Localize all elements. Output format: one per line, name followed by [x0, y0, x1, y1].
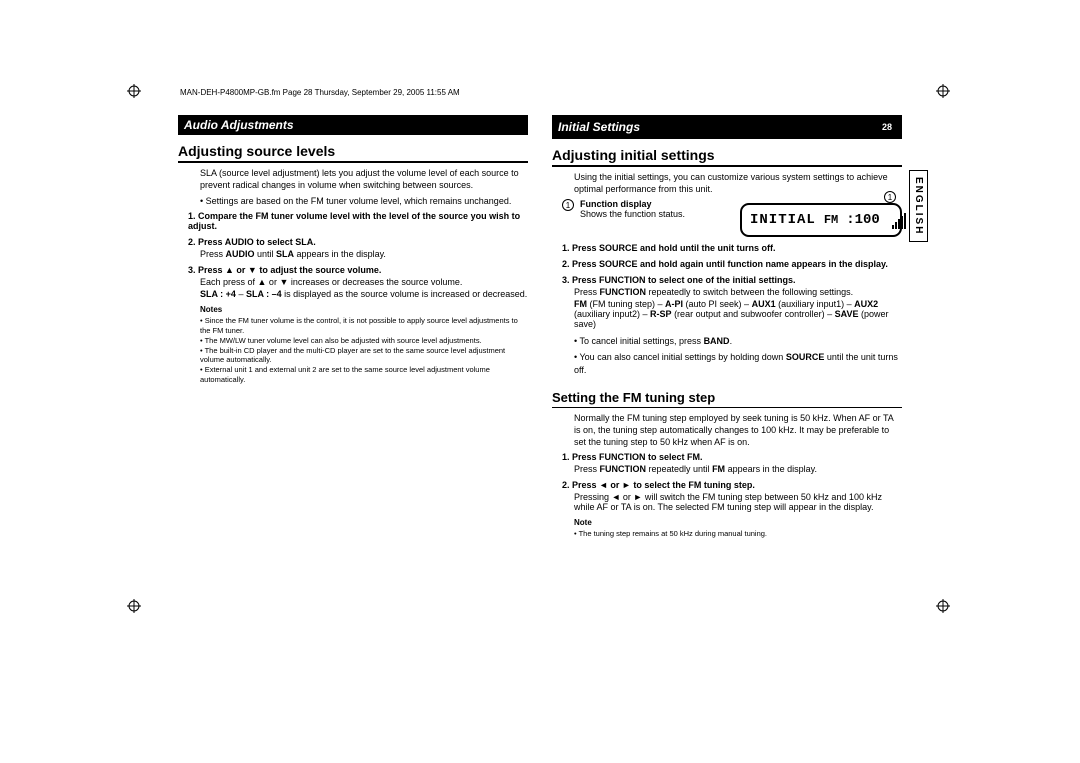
notes-title: Notes: [200, 305, 528, 314]
note-item: The built-in CD player and the multi-CD …: [200, 346, 528, 366]
left-steps: 1. Compare the FM tuner volume level wit…: [188, 211, 528, 299]
sub2-title: Setting the FM tuning step: [552, 390, 902, 408]
note-item: The tuning step remains at 50 kHz during…: [574, 529, 902, 539]
step-head: 2. Press AUDIO to select SLA.: [188, 237, 528, 247]
step-desc: Press FUNCTION repeatedly to switch betw…: [574, 287, 902, 297]
content-spread: Audio Adjustments Adjusting source level…: [178, 115, 902, 539]
step-head: 3. Press FUNCTION to select one of the i…: [562, 275, 902, 285]
page-header-meta: MAN-DEH-P4800MP-GB.fm Page 28 Thursday, …: [180, 88, 460, 97]
sub2-body: Normally the FM tuning step employed by …: [552, 412, 902, 448]
note-title: Note: [574, 518, 902, 527]
right-bullet: You can also cancel initial settings by …: [574, 351, 902, 375]
step-head: 2. Press ◄ or ► to select the FM tuning …: [562, 480, 902, 490]
crop-mark-icon: [127, 599, 141, 613]
lcd-text-main: INITIAL: [750, 212, 816, 228]
callout-number-icon: 1: [562, 199, 574, 211]
lcd-bars-icon: [892, 211, 906, 229]
lcd-display-figure: 1 INITIAL FM :100: [740, 203, 902, 237]
left-intro: SLA (source level adjustment) lets you a…: [200, 167, 528, 191]
lcd-text-mode: FM: [824, 213, 838, 227]
left-body: SLA (source level adjustment) lets you a…: [178, 167, 528, 207]
note-item: Since the FM tuner volume is the control…: [200, 316, 528, 336]
function-display-callout: 1 Function display Shows the function st…: [562, 199, 730, 219]
step-desc: Pressing ◄ or ► will switch the FM tunin…: [574, 492, 902, 512]
right-bullets: To cancel initial settings, press BAND. …: [552, 335, 902, 375]
right-body: Using the initial settings, you can cust…: [552, 171, 902, 195]
crop-mark-icon: [127, 84, 141, 98]
right-steps: 1. Press SOURCE and hold until the unit …: [562, 243, 902, 329]
step-desc: Press AUDIO until SLA appears in the dis…: [200, 249, 528, 259]
step-head: 1. Press FUNCTION to select FM.: [562, 452, 902, 462]
step-desc: FM (FM tuning step) – A-PI (auto PI seek…: [574, 299, 902, 329]
step-desc: SLA : +4 – SLA : –4 is displayed as the …: [200, 289, 528, 299]
page-spread: MAN-DEH-P4800MP-GB.fm Page 28 Thursday, …: [0, 0, 1080, 763]
note-item: External unit 1 and external unit 2 are …: [200, 365, 528, 385]
step-desc: Press FUNCTION repeatedly until FM appea…: [574, 464, 902, 474]
callout-number-icon: 1: [884, 191, 896, 203]
left-bullet: Settings are based on the FM tuner volum…: [200, 195, 528, 207]
language-tab: ENGLISH: [909, 170, 928, 242]
section-bar-left: Audio Adjustments: [178, 115, 528, 135]
page-number-badge: 28: [878, 118, 896, 136]
notes-list: Since the FM tuner volume is the control…: [200, 316, 528, 384]
step-desc: Each press of ▲ or ▼ increases or decrea…: [200, 277, 528, 287]
right-column: Initial Settings 28 Adjusting initial se…: [552, 115, 902, 539]
sub2-intro: Normally the FM tuning step employed by …: [574, 412, 902, 448]
right-title: Adjusting initial settings: [552, 147, 902, 167]
lcd-screen: INITIAL FM :100: [740, 203, 902, 237]
section-bar-label: Audio Adjustments: [184, 118, 294, 132]
section-bar-label: Initial Settings: [558, 120, 640, 134]
function-label: Function display: [580, 199, 652, 209]
left-column: Audio Adjustments Adjusting source level…: [178, 115, 528, 539]
lcd-text-value: :100: [846, 212, 880, 228]
note-item: The MW/LW tuner volume level can also be…: [200, 336, 528, 346]
section-bar-right: Initial Settings 28: [552, 115, 902, 139]
left-title: Adjusting source levels: [178, 143, 528, 163]
sub2-steps: 1. Press FUNCTION to select FM. Press FU…: [562, 452, 902, 512]
crop-mark-icon: [936, 84, 950, 98]
right-bullet: To cancel initial settings, press BAND.: [574, 335, 902, 347]
step-head: 2. Press SOURCE and hold again until fun…: [562, 259, 902, 269]
crop-mark-icon: [936, 599, 950, 613]
right-intro: Using the initial settings, you can cust…: [574, 171, 902, 195]
step-head: 1. Press SOURCE and hold until the unit …: [562, 243, 902, 253]
step-head: 3. Press ▲ or ▼ to adjust the source vol…: [188, 265, 528, 275]
function-desc: Shows the function status.: [580, 209, 685, 219]
step-head: 1. Compare the FM tuner volume level wit…: [188, 211, 528, 231]
note-list: The tuning step remains at 50 kHz during…: [574, 529, 902, 539]
callout-marker: 1: [884, 191, 896, 203]
